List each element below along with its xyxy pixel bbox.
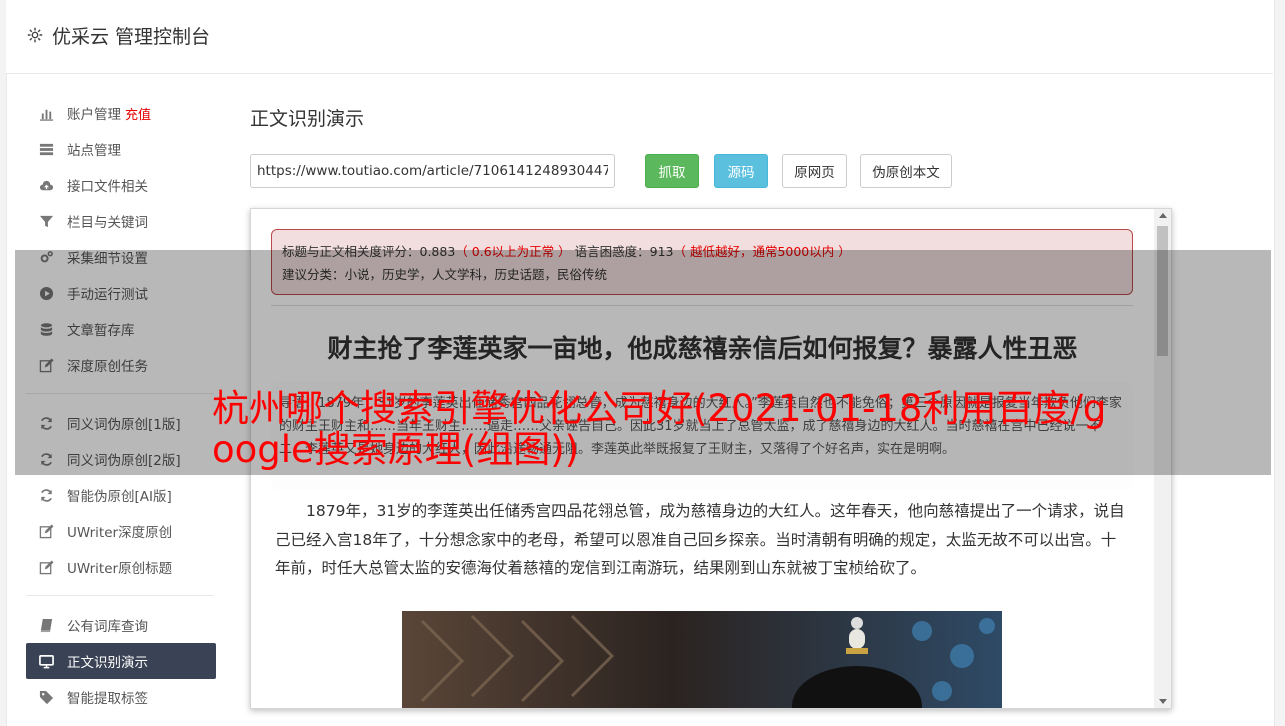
sidebar-item[interactable]: 正文识别演示 <box>26 643 216 679</box>
sidebar-item[interactable]: 站点管理 <box>26 131 216 167</box>
sidebar-divider <box>26 595 214 596</box>
divider <box>271 305 1133 306</box>
grab-button[interactable]: 抓取 <box>645 154 699 188</box>
sidebar-item[interactable]: 手动运行测试 <box>26 275 216 311</box>
sidebar-item[interactable]: 文章暂存库 <box>26 311 216 347</box>
play-circle-icon <box>38 285 54 301</box>
gear-icon <box>26 26 44 44</box>
page-title: 正文识别演示 <box>250 108 365 130</box>
cloud-upload-icon <box>38 177 54 193</box>
cogs-icon <box>38 249 54 265</box>
url-input[interactable] <box>250 154 615 188</box>
refresh-icon <box>38 487 54 503</box>
sidebar-item[interactable]: UWriter原创标题 <box>26 549 216 585</box>
sidebar-item[interactable]: 智能提取标签 <box>26 679 216 715</box>
tag-icon <box>38 689 54 705</box>
sidebar-item-label: UWriter原创标题 <box>67 561 173 577</box>
scroll-up-icon[interactable] <box>1159 213 1167 218</box>
scroll-thumb[interactable] <box>1157 226 1168 356</box>
sidebar-item[interactable]: 栏目与关键词 <box>26 203 216 239</box>
sidebar-item-label: UWriter深度原创 <box>67 525 173 541</box>
sidebar-item[interactable]: 同义词伪原创[1版] <box>26 405 216 441</box>
sidebar-item-label: 智能提取标签 <box>67 691 148 707</box>
server-icon <box>38 141 54 157</box>
sidebar-item[interactable]: 智能伪原创[AI版] <box>26 477 216 513</box>
sidebar-item-label: 栏目与关键词 <box>67 215 148 231</box>
sidebar-item[interactable]: UWriter深度原创 <box>26 513 216 549</box>
article-paragraph: 1879年，31岁的李莲英出任储秀宫四品花翎总管，成为慈禧身边的大红人。这年春天… <box>275 502 1125 577</box>
sidebar-item[interactable]: 账户管理 充值 <box>26 95 216 131</box>
sidebar-item[interactable]: 深度原创任务 <box>26 347 216 383</box>
bar-chart-icon <box>38 105 54 121</box>
score-alert: 标题与正文相关度评分：0.883（ 0.6以上为正常 ） 语言困惑度：913（ … <box>271 229 1133 295</box>
sidebar: 账户管理 充值站点管理接口文件相关 栏目与关键词 采集细节设置 手动运行测试 文章暂存库深… <box>26 95 216 715</box>
sidebar-item-label: 同义词伪原创[1版] <box>67 417 181 433</box>
sidebar-item-label: 采集细节设置 <box>67 251 148 267</box>
scrollbar[interactable] <box>1154 209 1171 708</box>
sidebar-item-label: 智能伪原创[AI版] <box>67 489 172 505</box>
book-icon <box>38 617 54 633</box>
summary-box: 导语：1879年，31岁的李莲英出任储秀宫四品花翎总管，成为慈禧身边的大红人。”… <box>271 382 1133 490</box>
sidebar-item-label: 文章暂存库 <box>67 323 135 339</box>
refresh-icon <box>38 451 54 467</box>
sidebar-item[interactable]: 公有词库查询 <box>26 607 216 643</box>
perplexity-hint: （ 越低越好，通常5000以内 ） <box>673 244 851 259</box>
sidebar-item-label: 深度原创任务 <box>67 359 148 375</box>
relevance-score: 标题与正文相关度评分：0.883 <box>282 244 456 259</box>
brand: 优采云 管理控制台 <box>26 22 210 48</box>
filter-icon <box>38 213 54 229</box>
top-bar: 优采云 管理控制台 <box>6 0 1273 74</box>
pseudo-original-button[interactable]: 伪原创本文 <box>860 154 952 188</box>
recharge-link[interactable]: 充值 <box>125 104 151 123</box>
article-image <box>402 611 1002 708</box>
refresh-icon <box>38 415 54 431</box>
edit-icon <box>38 559 54 575</box>
sidebar-item-label: 手动运行测试 <box>67 287 148 303</box>
sidebar-item-label: 站点管理 <box>67 143 121 159</box>
result-frame: 标题与正文相关度评分：0.883（ 0.6以上为正常 ） 语言困惑度：913（ … <box>250 208 1172 709</box>
sidebar-divider <box>26 393 214 394</box>
article-title: 财主抢了李莲英家一亩地，他成慈禧亲信后如何报复？暴露人性丑恶 <box>327 334 1078 363</box>
original-page-button[interactable]: 原网页 <box>782 154 847 188</box>
perplexity-score: 语言困惑度：913 <box>574 244 674 259</box>
sidebar-item-label: 公有词库查询 <box>67 619 148 635</box>
scroll-down-icon[interactable] <box>1159 699 1167 704</box>
source-button[interactable]: 源码 <box>714 154 768 188</box>
sidebar-item-label: 接口文件相关 <box>67 179 148 195</box>
database-icon <box>38 321 54 337</box>
sidebar-item[interactable]: 接口文件相关 <box>26 167 216 203</box>
edit-icon <box>38 523 54 539</box>
app-title: 优采云 管理控制台 <box>52 25 211 48</box>
edit-icon <box>38 357 54 373</box>
sidebar-item-label: 同义词伪原创[2版] <box>67 453 181 469</box>
sidebar-item-label: 正文识别演示 <box>67 655 148 671</box>
category-suggestion: 建议分类：小说，历史学，人文学科，历史话题，民俗传统 <box>282 267 608 282</box>
sidebar-item[interactable]: 同义词伪原创[2版] <box>26 441 216 477</box>
sidebar-item[interactable]: 采集细节设置 <box>26 239 216 275</box>
sidebar-item-label: 账户管理 <box>67 107 121 123</box>
relevance-hint: （ 0.6以上为正常 ） <box>455 244 571 259</box>
monitor-icon <box>38 653 54 669</box>
